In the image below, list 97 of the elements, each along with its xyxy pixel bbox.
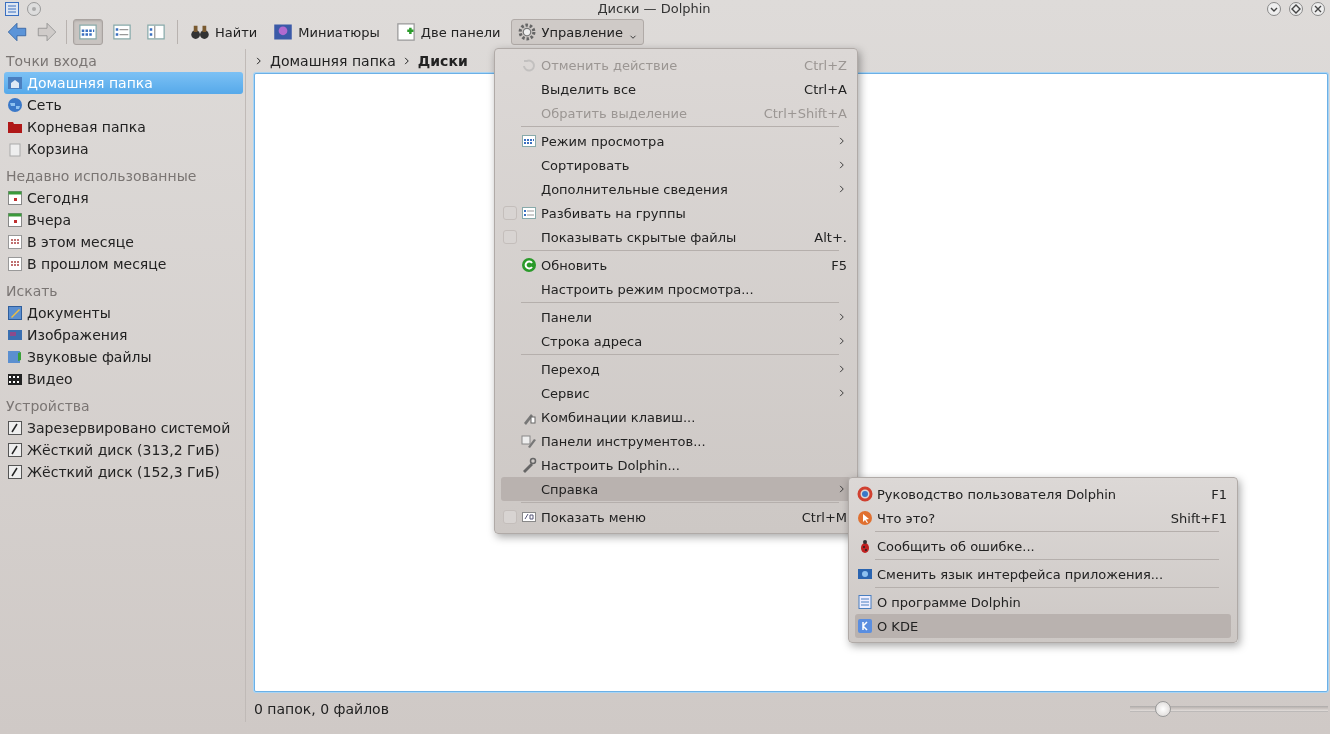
sidebar-item[interactable]: Зарезервировано системой [4, 417, 243, 439]
menubar-icon [521, 509, 537, 525]
language-icon [857, 566, 873, 582]
section-heading: Точки входа [5, 52, 98, 71]
home-folder-icon [7, 75, 23, 91]
menu-item[interactable]: Разбивать на группы [501, 201, 851, 225]
section-heading: Искать [5, 282, 59, 301]
menu-item[interactable]: Показать меню Ctrl+M [501, 505, 851, 529]
minimize-icon[interactable] [1266, 0, 1282, 17]
app-menu-icon [4, 0, 20, 17]
chevron-right-icon [837, 135, 847, 147]
document-icon [7, 305, 23, 321]
groups-icon [521, 205, 537, 221]
chevron-right-icon [837, 183, 847, 195]
image-icon [7, 327, 23, 343]
chevron-right-icon [837, 483, 847, 495]
sidebar-item[interactable]: В прошлом месяце [4, 253, 243, 275]
chevron-right-icon [837, 335, 847, 347]
menu-item[interactable]: Переход [501, 357, 851, 381]
refresh-icon [521, 257, 537, 273]
menu-item[interactable]: Руководство пользователя Dolphin F1 [855, 482, 1231, 506]
pin-icon [26, 0, 42, 17]
sidebar-item[interactable]: Изображения [4, 324, 243, 346]
forward-arrow-icon [37, 22, 57, 42]
icon-view-button[interactable] [73, 19, 103, 45]
menu-item[interactable]: Панели [501, 305, 851, 329]
menu-item[interactable]: Настроить Dolphin... [501, 453, 851, 477]
columns-icon [146, 22, 166, 42]
section-heading: Устройства [5, 397, 91, 416]
calendar-icon [7, 256, 23, 272]
menu-item[interactable]: Режим просмотра [501, 129, 851, 153]
back-arrow-icon [7, 22, 27, 42]
help-ring-icon [857, 486, 873, 502]
thumbnail-icon [273, 22, 294, 42]
control-button[interactable]: Управление [510, 19, 645, 45]
gear-icon [516, 22, 537, 42]
sidebar-item[interactable]: Видео [4, 368, 243, 390]
chevron-right-icon [837, 311, 847, 323]
preview-button[interactable]: Миниатюры [267, 19, 386, 45]
split-view-icon [395, 22, 416, 42]
toolbar-settings-icon [521, 433, 537, 449]
calendar-icon [7, 190, 23, 206]
undo-icon [521, 57, 537, 73]
menu-item[interactable]: Комбинации клавиш... [501, 405, 851, 429]
slider-thumb[interactable] [1155, 701, 1172, 717]
menu-item[interactable]: Что это? Shift+F1 [855, 506, 1231, 530]
trash-icon [7, 141, 23, 157]
details-list-icon [112, 22, 132, 42]
about-icon [857, 594, 873, 610]
menu-item[interactable]: Панели инструментов... [501, 429, 851, 453]
find-button[interactable]: Найти [184, 19, 264, 45]
menu-item[interactable]: О KDE [855, 614, 1231, 638]
sidebar-item[interactable]: Документы [4, 302, 243, 324]
close-icon[interactable] [1310, 0, 1326, 17]
film-icon [7, 371, 23, 387]
split-button[interactable]: Две панели [389, 19, 507, 45]
icon-grid-icon [78, 22, 98, 42]
status-text: 0 папок, 0 файлов [254, 701, 389, 717]
wrench-icon [521, 457, 537, 473]
view-mode-icon [521, 133, 537, 149]
chevron-icon [254, 55, 264, 67]
kde-icon [857, 618, 873, 634]
sidebar-item[interactable]: Сеть [4, 94, 243, 116]
menu-item[interactable]: Сортировать [501, 153, 851, 177]
sidebar-item[interactable]: Вчера [4, 209, 243, 231]
menu-item[interactable]: Настроить режим просмотра... [501, 277, 851, 301]
sidebar-item[interactable]: В этом месяце [4, 231, 243, 253]
menu-item[interactable]: О программе Dolphin [855, 590, 1231, 614]
section-heading: Недавно использованные [5, 167, 198, 186]
menu-item[interactable]: Выделить все Ctrl+A [501, 77, 851, 101]
menu-item[interactable]: Показывать скрытые файлы Alt+. [501, 225, 851, 249]
calendar-icon [7, 234, 23, 250]
sidebar-item[interactable]: Звуковые файлы [4, 346, 243, 368]
menu-item[interactable]: Обновить F5 [501, 253, 851, 277]
menu-item[interactable]: Сообщить об ошибке... [855, 534, 1231, 558]
whats-this-icon [857, 510, 873, 526]
menu-item[interactable]: Справка [501, 477, 851, 501]
breadcrumb-item[interactable]: Домашняя папка [270, 53, 396, 69]
chevron-right-icon [837, 159, 847, 171]
globe-icon [7, 97, 23, 113]
folder-icon [7, 119, 23, 135]
sidebar-item[interactable]: Корзина [4, 138, 243, 160]
sidebar-item[interactable]: Жёсткий диск (313,2 ГиБ) [4, 439, 243, 461]
menu-item[interactable]: Сменить язык интерфейса приложения... [855, 562, 1231, 586]
sidebar-item[interactable]: Жёсткий диск (152,3 ГиБ) [4, 461, 243, 483]
menu-item[interactable]: Сервис [501, 381, 851, 405]
chevron-right-icon [837, 363, 847, 375]
chevron-right-icon [837, 387, 847, 399]
window-title: Диски — Dolphin [596, 1, 712, 16]
menu-item[interactable]: Дополнительные сведения [501, 177, 851, 201]
breadcrumb-item[interactable]: Диски [417, 53, 468, 69]
audio-file-icon [7, 349, 23, 365]
calendar-icon [7, 212, 23, 228]
sidebar-item[interactable]: Сегодня [4, 187, 243, 209]
menu-item[interactable]: Строка адреса [501, 329, 851, 353]
maximize-icon[interactable] [1288, 0, 1304, 17]
sidebar-item[interactable]: Корневая папка [4, 116, 243, 138]
